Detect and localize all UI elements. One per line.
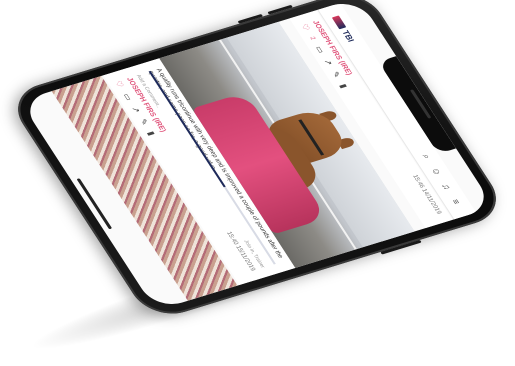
menu-icon[interactable]: ≡ xyxy=(448,196,463,207)
like-icon[interactable]: ♡ xyxy=(299,23,312,32)
like-count: 2 xyxy=(308,36,317,41)
product-mockup: TBI ⌕ ☺ ♫ ≡ JOSEPH FIRS (IRE) 15:46 14/1… xyxy=(0,0,515,366)
tag-icon[interactable]: ✎ xyxy=(330,71,343,79)
comment-icon[interactable]: ▭ xyxy=(313,45,326,54)
logo-text: TBI xyxy=(340,29,357,43)
like-icon[interactable]: ♡ xyxy=(113,80,126,89)
notifications-icon[interactable]: ♫ xyxy=(439,181,454,192)
volume-up-button xyxy=(267,4,293,15)
share-icon[interactable]: ↗ xyxy=(130,106,143,114)
tag-icon[interactable]: ✎ xyxy=(138,118,151,126)
bookmark-icon[interactable]: ▮ xyxy=(146,130,157,136)
bookmark-icon[interactable]: ▮ xyxy=(338,83,349,89)
phone-body: TBI ⌕ ☺ ♫ ≡ JOSEPH FIRS (IRE) 15:46 14/1… xyxy=(4,0,510,322)
phone-device: TBI ⌕ ☺ ♫ ≡ JOSEPH FIRS (IRE) 15:46 14/1… xyxy=(4,0,510,322)
phone-screen: TBI ⌕ ☺ ♫ ≡ JOSEPH FIRS (IRE) 15:46 14/1… xyxy=(19,0,495,311)
volume-down-button xyxy=(237,13,264,24)
home-indicator xyxy=(76,178,113,230)
power-button xyxy=(380,239,422,255)
speaker-grille xyxy=(409,89,432,119)
users-icon[interactable]: ☺ xyxy=(429,166,444,177)
comment-icon[interactable]: ▭ xyxy=(121,92,134,101)
search-icon[interactable]: ⌕ xyxy=(419,151,434,162)
brand-mark-icon xyxy=(332,15,347,30)
share-icon[interactable]: ↗ xyxy=(322,58,335,66)
